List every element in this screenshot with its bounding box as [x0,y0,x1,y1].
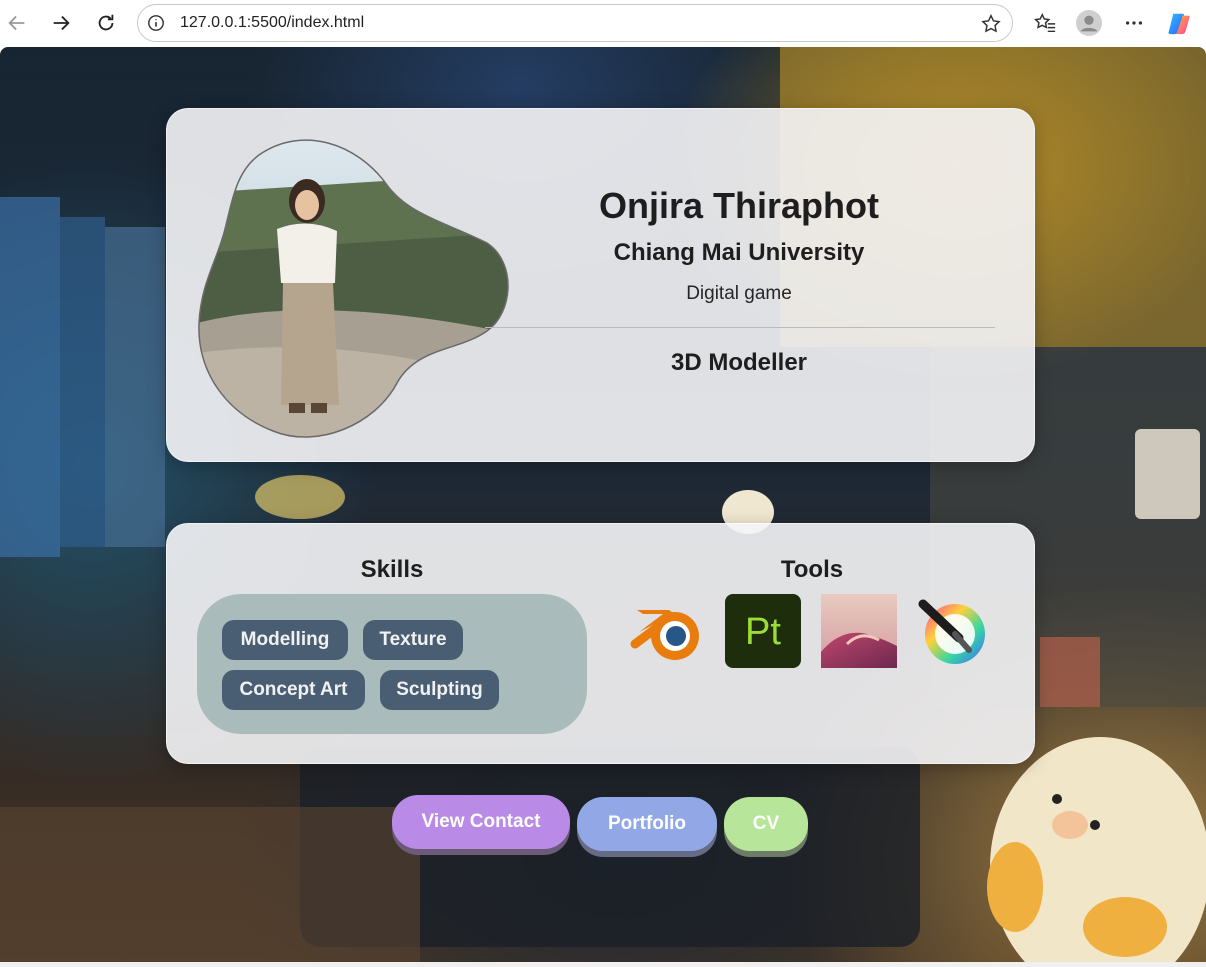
substance-painter-icon: Pt [725,594,801,668]
skill-chip-concept-art: Concept Art [222,670,365,710]
profile-university: Chiang Mai University [613,239,865,266]
copilot-icon [1168,13,1190,35]
ellipsis-icon [1125,21,1143,25]
copilot-button[interactable] [1167,10,1193,36]
tools-heading: Tools [780,556,844,583]
favorites-icon [1033,12,1056,33]
page-viewport: Onjira Thiraphot Chiang Mai University D… [0,47,1206,962]
browser-toolbar: 127.0.0.1:5500/index.html [0,0,1206,47]
profile-photo [198,139,509,438]
url-text[interactable]: 127.0.0.1:5500/index.html [180,14,364,32]
skills-heading: Skills [360,556,424,583]
arrow-right-icon [53,15,70,31]
star-icon[interactable] [980,13,1002,35]
profile-card: Onjira Thiraphot Chiang Mai University D… [166,108,1035,462]
cv-button[interactable]: CV [724,797,808,851]
window-bottom-edge [0,962,1206,967]
divider [485,327,995,328]
substance-painter-text: Pt [745,611,781,653]
back-button[interactable] [3,9,31,37]
skills-panel: Modelling Texture Concept Art Sculpting [197,594,587,734]
reload-icon [98,14,114,31]
forward-button[interactable] [47,9,75,37]
skill-chip-modelling: Modelling [222,620,348,660]
dune-app-icon [821,594,897,668]
address-bar[interactable]: 127.0.0.1:5500/index.html [137,4,1013,42]
portfolio-button[interactable]: Portfolio [577,797,717,851]
blender-icon [630,610,699,660]
profile-major: Digital game [686,283,792,304]
profile-button[interactable] [1076,10,1102,36]
arrow-left-icon [8,15,25,31]
favorites-button[interactable] [1032,10,1058,36]
more-options-button[interactable] [1121,10,1147,36]
profile-role: 3D Modeller [670,349,808,376]
krita-icon [918,599,985,664]
info-icon[interactable] [147,14,165,32]
view-contact-button[interactable]: View Contact [392,795,570,849]
reload-button[interactable] [92,9,120,37]
skill-chip-sculpting: Sculpting [380,670,499,710]
avatar-icon [1076,10,1102,36]
skill-chip-texture: Texture [363,620,463,660]
profile-name: Onjira Thiraphot [598,185,879,226]
skills-tools-card: Skills Tools Modelling Texture Concept A… [166,523,1035,764]
